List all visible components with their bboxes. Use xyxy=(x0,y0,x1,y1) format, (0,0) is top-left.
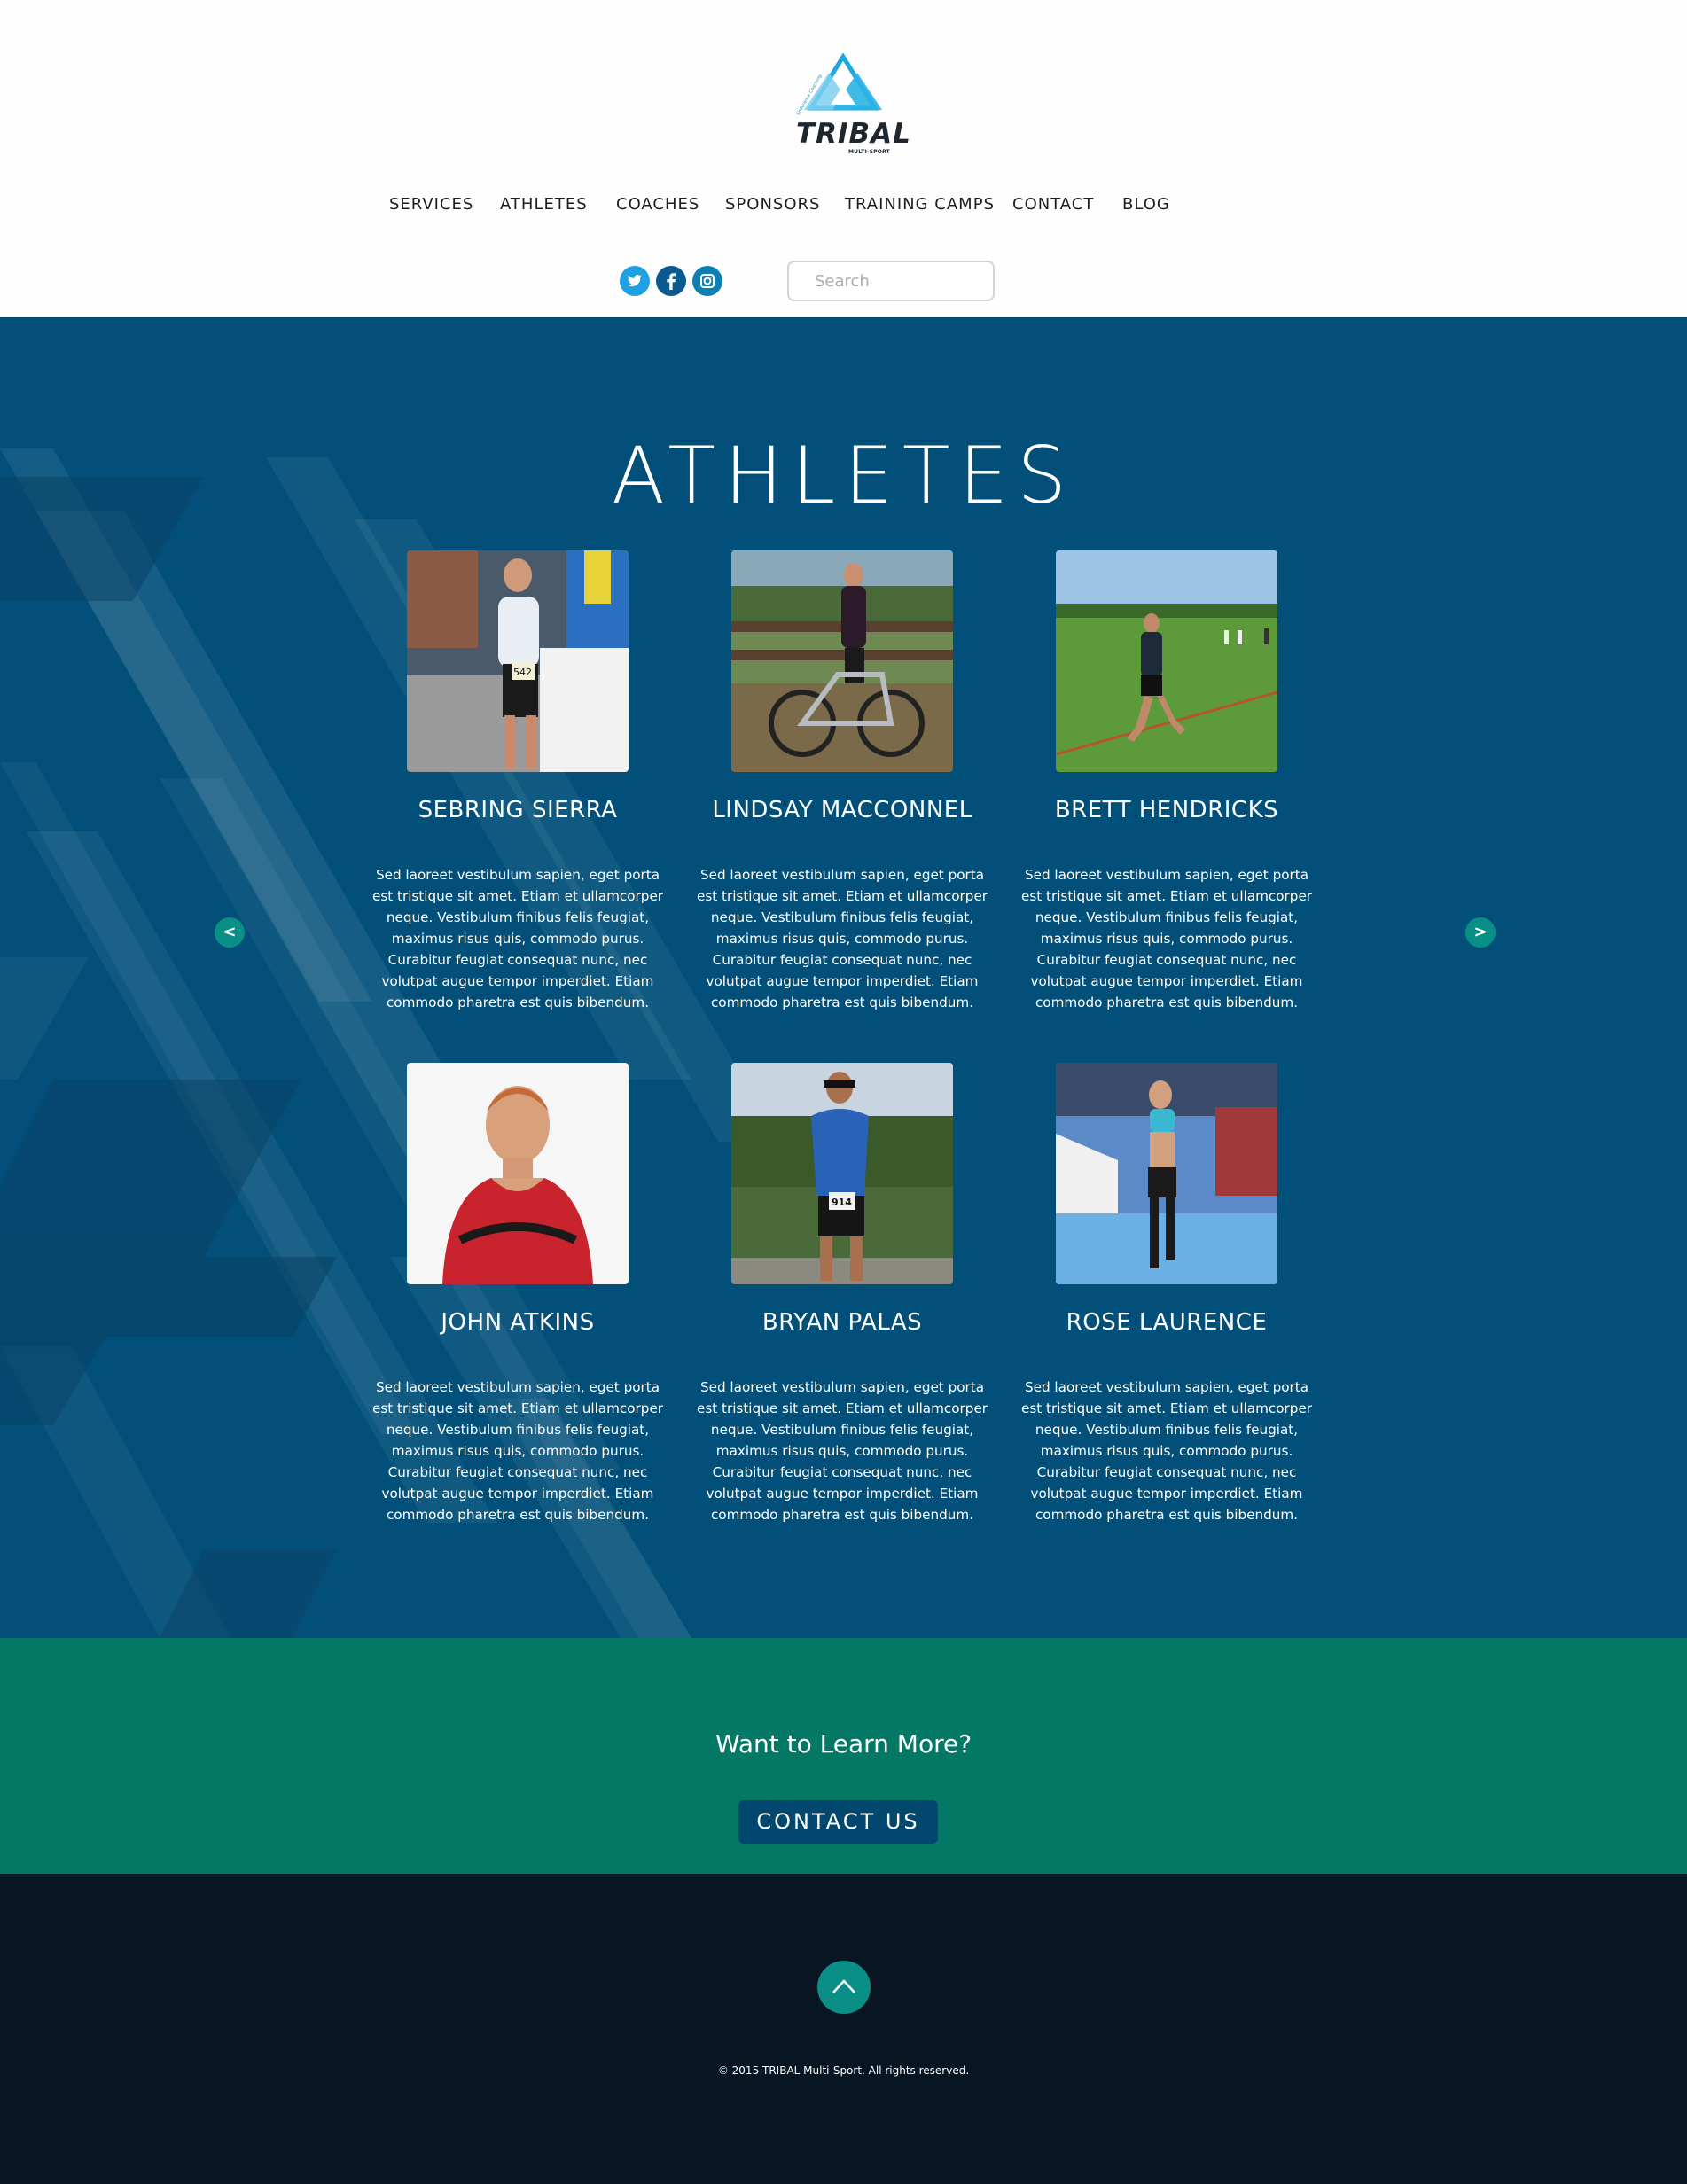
athlete-name: JOHN ATKINS xyxy=(441,1309,595,1336)
athlete-name: BRETT HENDRICKS xyxy=(1054,797,1279,823)
contact-us-button[interactable]: CONTACT US xyxy=(738,1800,938,1844)
twitter-icon[interactable] xyxy=(620,266,650,296)
nav-item-athletes[interactable]: ATHLETES xyxy=(500,191,588,218)
site-header: Endurance Coaching TRIBAL MULTI-SPORT SE… xyxy=(0,0,1687,317)
back-to-top-button[interactable] xyxy=(817,1961,871,2014)
instagram-icon[interactable] xyxy=(692,266,722,296)
nav-item-training-camps[interactable]: TRAINING CAMPS xyxy=(845,191,995,218)
athlete-photo-john-atkins[interactable] xyxy=(407,1063,629,1284)
athletes-title: ATHLETES xyxy=(611,430,1076,521)
logo-subtext: MULTI-SPORT xyxy=(848,149,890,155)
main-nav: SERVICES ATHLETES COACHES SPONSORS TRAIN… xyxy=(0,191,1687,218)
nav-item-coaches[interactable]: COACHES xyxy=(616,191,699,218)
athlete-photo-lindsay-macconnel[interactable] xyxy=(731,550,953,772)
chevron-up-icon xyxy=(832,1979,855,1993)
athlete-bio: Sed laoreet vestibulum sapien, eget port… xyxy=(696,867,988,1010)
athlete-photo-rose-laurence[interactable] xyxy=(1056,1063,1277,1284)
nav-item-blog[interactable]: BLOG xyxy=(1122,191,1170,218)
athlete-photo-sebring-sierra[interactable]: 542 xyxy=(407,550,629,772)
tribal-logo[interactable]: Endurance Coaching TRIBAL MULTI-SPORT xyxy=(793,53,910,156)
athlete-name: LINDSAY MACCONNEL xyxy=(712,797,972,823)
athlete-name: SEBRING SIERRA xyxy=(418,797,618,823)
athlete-name: BRYAN PALAS xyxy=(761,1309,923,1336)
logo-wordmark: TRIBAL xyxy=(796,118,911,150)
athletes-section: ATHLETES < > 542 SEBRING SIERRA Sed laor xyxy=(0,317,1687,1638)
facebook-icon[interactable] xyxy=(656,266,686,296)
learn-more-section: Want to Learn More? CONTACT US xyxy=(0,1638,1687,1874)
search-input[interactable] xyxy=(787,261,995,301)
athlete-bio: Sed laoreet vestibulum sapien, eget port… xyxy=(1020,1379,1313,1523)
carousel-prev-button[interactable]: < xyxy=(215,917,245,948)
cta-title: Want to Learn More? xyxy=(715,1729,972,1759)
carousel-next-button[interactable]: > xyxy=(1465,917,1496,948)
athlete-bio: Sed laoreet vestibulum sapien, eget port… xyxy=(696,1379,988,1523)
site-footer: © 2015 TRIBAL Multi-Sport. All rights re… xyxy=(0,1874,1687,2184)
athlete-photo-brett-hendricks[interactable] xyxy=(1056,550,1277,772)
athlete-bio: Sed laoreet vestibulum sapien, eget port… xyxy=(371,1379,664,1523)
nav-item-contact[interactable]: CONTACT xyxy=(1012,191,1094,218)
nav-item-services[interactable]: SERVICES xyxy=(389,191,473,218)
svg-text:914: 914 xyxy=(832,1197,852,1208)
athlete-photo-bryan-palas[interactable]: 914 xyxy=(731,1063,953,1284)
athlete-name: ROSE LAURENCE xyxy=(1066,1309,1268,1336)
svg-text:542: 542 xyxy=(513,667,532,678)
athlete-bio: Sed laoreet vestibulum sapien, eget port… xyxy=(371,867,664,1010)
nav-item-sponsors[interactable]: SPONSORS xyxy=(725,191,820,218)
athlete-bio: Sed laoreet vestibulum sapien, eget port… xyxy=(1020,867,1313,1010)
copyright-text: © 2015 TRIBAL Multi-Sport. All rights re… xyxy=(717,2064,970,2077)
